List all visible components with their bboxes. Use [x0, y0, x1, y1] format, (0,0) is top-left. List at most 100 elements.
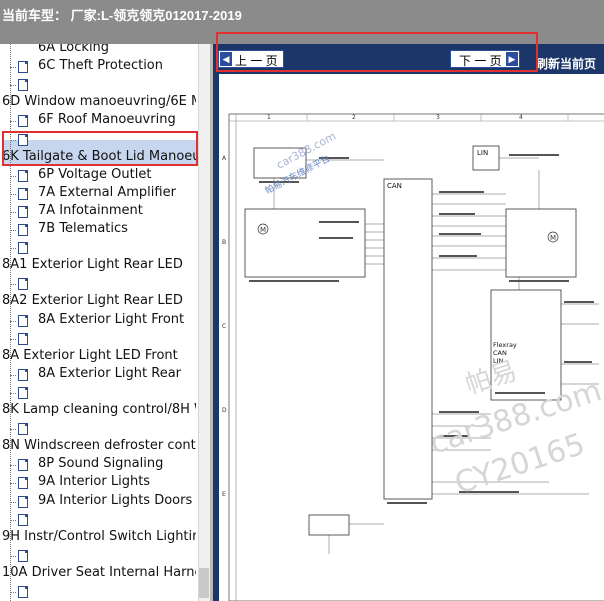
tree-item[interactable]: 6D Window manoeuvring/6E Mirror — [0, 94, 196, 112]
chapter-tree[interactable]: 6A Locking 6C Theft Protection 6D Window m… — [0, 44, 200, 601]
refresh-page-button[interactable]: 刷新当前页 — [536, 55, 596, 72]
tree-item[interactable]: 8N Windscreen defroster control — [0, 438, 196, 456]
tree-item[interactable]: 9H Instr/Control Switch Lighting — [0, 529, 196, 547]
tree-item-label: 7A External Amplifier — [38, 184, 176, 200]
row-label-c: C — [222, 323, 226, 330]
tree-item[interactable]: 6C Theft Protection — [0, 58, 196, 76]
tree-item-label: 9H Instr/Control Switch Lighting — [2, 528, 196, 544]
tree-item-label: 9A Interior Lights Doors — [38, 492, 193, 508]
document-icon — [18, 224, 28, 236]
tree-item[interactable]: 8K Lamp cleaning control/8H Wiper — [0, 402, 196, 420]
tree-item[interactable] — [0, 583, 196, 601]
document-icon — [18, 495, 28, 508]
document-icon — [18, 368, 28, 381]
tree-item[interactable]: 9A Interior Lights Doors — [0, 493, 196, 511]
tree-item-label: 9A Interior Lights — [38, 474, 151, 490]
tree-branch-line — [10, 338, 16, 340]
tree-scrollbar-thumb[interactable] — [199, 568, 209, 598]
tree-branch-line — [10, 555, 16, 557]
tree-branch-line — [10, 284, 16, 286]
document-icon — [18, 61, 28, 74]
tailgate-module — [383, 178, 433, 500]
tree-item-label: 6D Window manoeuvring/6E Mirror — [2, 94, 196, 110]
tree-item[interactable] — [0, 420, 196, 438]
tailgate-motor-lh — [244, 208, 366, 278]
document-icon — [18, 79, 28, 92]
wiring-diagram: 1 2 3 4 A B C D E M CAN LIN M Flexray CA… — [222, 113, 604, 601]
document-icon — [18, 477, 28, 490]
tree-item[interactable] — [0, 275, 196, 293]
document-icon — [18, 169, 28, 182]
tree-item[interactable] — [0, 384, 196, 402]
tree-branch-line — [10, 374, 16, 376]
tree-branch-line — [10, 175, 16, 177]
row-label-e: E — [222, 491, 226, 498]
tree-branch-line — [10, 211, 16, 213]
tree-item[interactable]: 7A External Amplifier — [0, 185, 196, 203]
col-label-2: 2 — [352, 114, 356, 121]
tree-item[interactable]: 8P Sound Signaling — [0, 456, 196, 474]
document-icon — [18, 187, 28, 200]
tree-item-label: 8A Exterior Light LED Front — [2, 347, 178, 363]
tree-branch-line — [10, 121, 16, 123]
document-icon — [18, 115, 28, 128]
tree-item[interactable]: 8A Exterior Light LED Front — [0, 348, 196, 366]
document-icon — [18, 549, 28, 562]
tree-branch-line — [10, 193, 16, 195]
col-label-3: 3 — [436, 114, 440, 121]
tree-item-label: 7A Infotainment — [38, 202, 143, 218]
tree-item[interactable]: 8A Exterior Light Front — [0, 312, 196, 330]
tree-item[interactable]: 6P Voltage Outlet — [0, 167, 196, 185]
tailgate-motor-rh — [505, 208, 577, 278]
flexray-label: Flexray — [493, 341, 517, 349]
tree-item[interactable] — [0, 239, 196, 257]
tree-item-label: 10A Driver Seat Internal Harness — [2, 564, 196, 580]
tree-branch-line — [10, 67, 16, 69]
tree-item-label: 7B Telematics — [38, 221, 128, 236]
document-icon — [18, 205, 28, 218]
tree-item-label: 6F Roof Manoeuvring — [38, 112, 176, 128]
tree-item[interactable] — [0, 547, 196, 565]
tree-item-label: 6P Voltage Outlet — [38, 166, 152, 182]
tree-branch-line — [10, 320, 16, 322]
vehicle-title: 当前车型： 厂家:L-领克领克012017-2019 — [2, 8, 242, 23]
tree-item[interactable] — [0, 511, 196, 529]
tree-branch-line — [10, 392, 16, 394]
selection-highlight-box — [2, 131, 198, 166]
document-icon — [18, 386, 28, 399]
tree-item[interactable]: 6F Roof Manoeuvring — [0, 112, 196, 130]
tree-item[interactable]: 8A2 Exterior Light Rear LED — [0, 293, 196, 311]
tree-item-label: 6A Locking — [38, 44, 110, 55]
col-label-1: 1 — [267, 114, 271, 121]
document-icon — [18, 332, 28, 345]
tree-item-label: 8A Exterior Light Front — [38, 311, 185, 327]
document-icon — [18, 278, 28, 291]
tree-item[interactable]: 7B Telematics — [0, 221, 196, 239]
tree-item[interactable] — [0, 76, 196, 94]
document-icon — [18, 423, 28, 436]
tree-item-label: 6C Theft Protection — [38, 58, 164, 74]
tree-item[interactable]: 7A Infotainment — [0, 203, 196, 221]
col-label-4: 4 — [519, 114, 523, 121]
tree-item[interactable]: 8A Exterior Light Rear — [0, 366, 196, 384]
tree-item-label: 8A1 Exterior Light Rear LED — [2, 257, 183, 273]
row-label-d: D — [222, 407, 227, 414]
tree-item[interactable]: 6A Locking — [0, 44, 196, 58]
tree-item[interactable] — [0, 330, 196, 348]
tree-branch-line — [10, 592, 16, 593]
tree-item-label: 8K Lamp cleaning control/8H Wiper — [2, 402, 196, 417]
document-icon — [18, 586, 28, 598]
tree-item[interactable]: 10A Driver Seat Internal Harness — [0, 565, 196, 583]
row-label-a: A — [222, 155, 227, 162]
document-icon — [18, 242, 28, 255]
tree-branch-line — [10, 501, 16, 503]
motor-symbol-rh: M — [550, 234, 556, 242]
tree-item[interactable]: 9A Interior Lights — [0, 474, 196, 492]
can-label: CAN — [387, 182, 402, 190]
document-icon — [18, 314, 28, 327]
document-icon — [18, 459, 28, 472]
tree-item[interactable]: 8A1 Exterior Light Rear LED — [0, 257, 196, 275]
flexray-can-label: CAN — [493, 349, 507, 357]
tree-branch-line — [10, 483, 16, 485]
tree-item-label: 8P Sound Signaling — [38, 456, 164, 472]
